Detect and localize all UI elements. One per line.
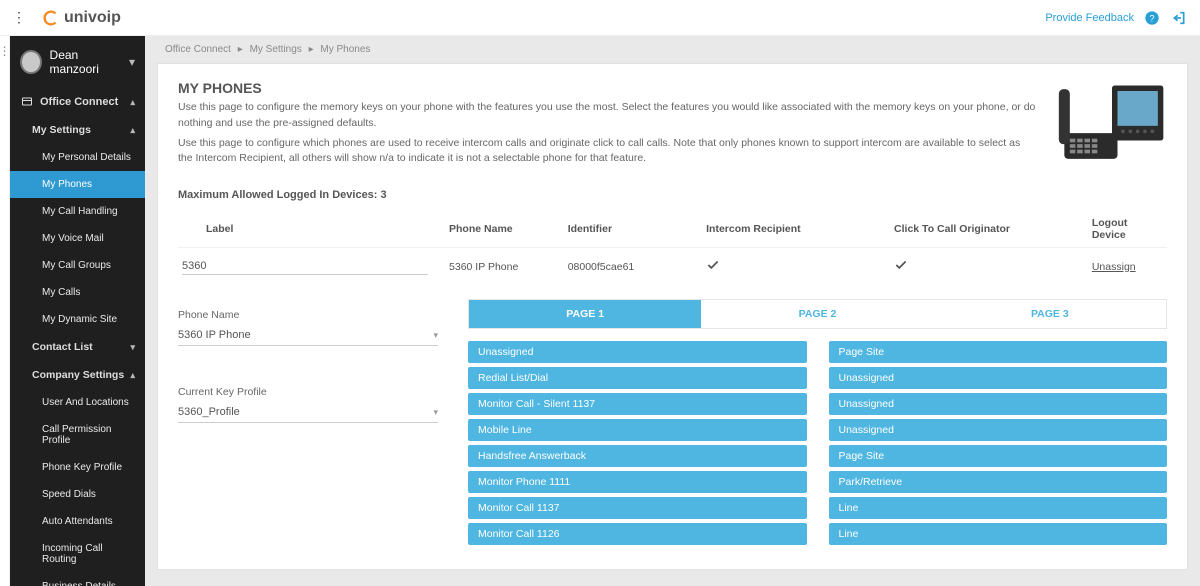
nav-voicemail[interactable]: My Voice Mail (10, 225, 145, 252)
key-column-left: Unassigned Redial List/Dial Monitor Call -… (468, 341, 807, 545)
collapse-strip[interactable]: ⋮ (0, 36, 10, 586)
caret-down-icon: ▾ (130, 342, 135, 353)
nav-users-locations[interactable]: User And Locations (10, 389, 145, 416)
max-devices: Maximum Allowed Logged In Devices: 3 (178, 189, 1167, 201)
nav-personal-details[interactable]: My Personal Details (10, 144, 145, 171)
caret-up-icon: ▴ (130, 125, 135, 136)
content-panel: MY PHONES Use this page to configure the… (157, 63, 1188, 570)
memory-key[interactable]: Unassigned (829, 393, 1168, 415)
svg-text:?: ? (1149, 13, 1154, 23)
nav-call-permission[interactable]: Call Permission Profile (10, 416, 145, 454)
memory-key[interactable]: Redial List/Dial (468, 367, 807, 389)
unassign-link[interactable]: Unassign (1092, 261, 1136, 273)
caret-up-icon: ▴ (130, 97, 135, 108)
memory-key[interactable]: Unassigned (829, 419, 1168, 441)
tab-page-3[interactable]: PAGE 3 (934, 300, 1166, 328)
swirl-icon (42, 9, 60, 27)
topbar: ⋮ univoip Provide Feedback ? (0, 0, 1200, 36)
brand-text: univoip (64, 9, 121, 27)
ctc-check[interactable] (890, 248, 1088, 286)
help-icon[interactable]: ? (1144, 10, 1160, 26)
nav-my-settings[interactable]: My Settings ▴ (10, 116, 145, 144)
nav-company-settings[interactable]: Company Settings ▴ (10, 361, 145, 389)
devices-table: Label Phone Name Identifier Intercom Rec… (178, 211, 1167, 285)
crumb-1[interactable]: Office Connect (165, 44, 231, 55)
memory-key[interactable]: Monitor Call 1137 (468, 497, 807, 519)
chevron-down-icon: ▾ (433, 330, 438, 341)
device-phone-name: 5360 IP Phone (445, 248, 564, 286)
memory-key[interactable]: Page Site (829, 341, 1168, 363)
memory-key[interactable]: Monitor Call 1126 (468, 523, 807, 545)
phone-illustration (1057, 80, 1167, 168)
intro-text-2: Use this page to configure which phones … (178, 136, 1037, 168)
col-label: Label (178, 211, 445, 248)
sidebar: Dean manzoori ▾ Office Connect ▴ My Sett… (10, 36, 145, 586)
memory-key[interactable]: Handsfree Answerback (468, 445, 807, 467)
memory-key[interactable]: Line (829, 497, 1168, 519)
col-logout: Logout Device (1088, 211, 1167, 248)
nav-dynamic-site[interactable]: My Dynamic Site (10, 306, 145, 333)
memory-key[interactable]: Monitor Phone 1111 (468, 471, 807, 493)
nav-contact-list[interactable]: Contact List ▾ (10, 333, 145, 361)
intercom-check[interactable] (702, 248, 890, 286)
memory-key[interactable]: Line (829, 523, 1168, 545)
device-identifier: 08000f5cae61 (564, 248, 702, 286)
tab-page-2[interactable]: PAGE 2 (701, 300, 933, 328)
logout-icon[interactable] (1170, 10, 1188, 26)
col-intercom: Intercom Recipient (702, 211, 890, 248)
provide-feedback-link[interactable]: Provide Feedback (1045, 12, 1134, 24)
user-name: Dean manzoori (50, 48, 121, 76)
chevron-down-icon: ▾ (433, 407, 438, 418)
nav-incoming-routing[interactable]: Incoming Call Routing (10, 535, 145, 573)
breadcrumb: Office Connect ▸ My Settings ▸ My Phones (145, 36, 1200, 63)
nav-phone-key-profile[interactable]: Phone Key Profile (10, 454, 145, 481)
nav-speed-dials[interactable]: Speed Dials (10, 481, 145, 508)
nav-office-connect[interactable]: Office Connect ▴ (10, 88, 145, 116)
tab-page-1[interactable]: PAGE 1 (469, 300, 701, 328)
phone-name-select[interactable]: 5360 IP Phone ▾ (178, 325, 438, 346)
profile-label: Current Key Profile (178, 386, 438, 398)
memory-key[interactable]: Unassigned (829, 367, 1168, 389)
col-identifier: Identifier (564, 211, 702, 248)
nav-call-handling[interactable]: My Call Handling (10, 198, 145, 225)
user-menu[interactable]: Dean manzoori ▾ (10, 36, 145, 88)
nav-business-details[interactable]: Business Details (10, 573, 145, 586)
memory-key[interactable]: Unassigned (468, 341, 807, 363)
crumb-3: My Phones (320, 44, 370, 55)
page-tabs: PAGE 1 PAGE 2 PAGE 3 (468, 299, 1167, 329)
memory-key[interactable]: Monitor Call - Silent 1137 (468, 393, 807, 415)
key-column-right: Page Site Unassigned Unassigned Unassigned P… (829, 341, 1168, 545)
main-content: Office Connect ▸ My Settings ▸ My Phones… (145, 36, 1200, 586)
phone-name-label: Phone Name (178, 309, 438, 321)
caret-up-icon: ▴ (130, 370, 135, 381)
col-ctc: Click To Call Originator (890, 211, 1088, 248)
memory-key[interactable]: Page Site (829, 445, 1168, 467)
intro-text-1: Use this page to configure the memory ke… (178, 100, 1037, 132)
table-row: 5360 IP Phone 08000f5cae61 Unassign (178, 248, 1167, 286)
device-label-input[interactable] (182, 258, 428, 275)
memory-key[interactable]: Mobile Line (468, 419, 807, 441)
page-title: MY PHONES (178, 80, 1037, 96)
profile-select[interactable]: 5360_Profile ▾ (178, 402, 438, 423)
chevron-down-icon: ▾ (129, 55, 135, 69)
crumb-2[interactable]: My Settings (250, 44, 302, 55)
nav-call-groups[interactable]: My Call Groups (10, 252, 145, 279)
avatar (20, 50, 42, 74)
nav-my-phones[interactable]: My Phones (10, 171, 145, 198)
nav-auto-attendants[interactable]: Auto Attendants (10, 508, 145, 535)
menu-dots-icon[interactable]: ⋮ (12, 9, 26, 26)
nav-my-calls[interactable]: My Calls (10, 279, 145, 306)
col-phone-name: Phone Name (445, 211, 564, 248)
memory-key[interactable]: Park/Retrieve (829, 471, 1168, 493)
dashboard-icon (20, 96, 34, 108)
brand-logo: univoip (42, 9, 121, 27)
